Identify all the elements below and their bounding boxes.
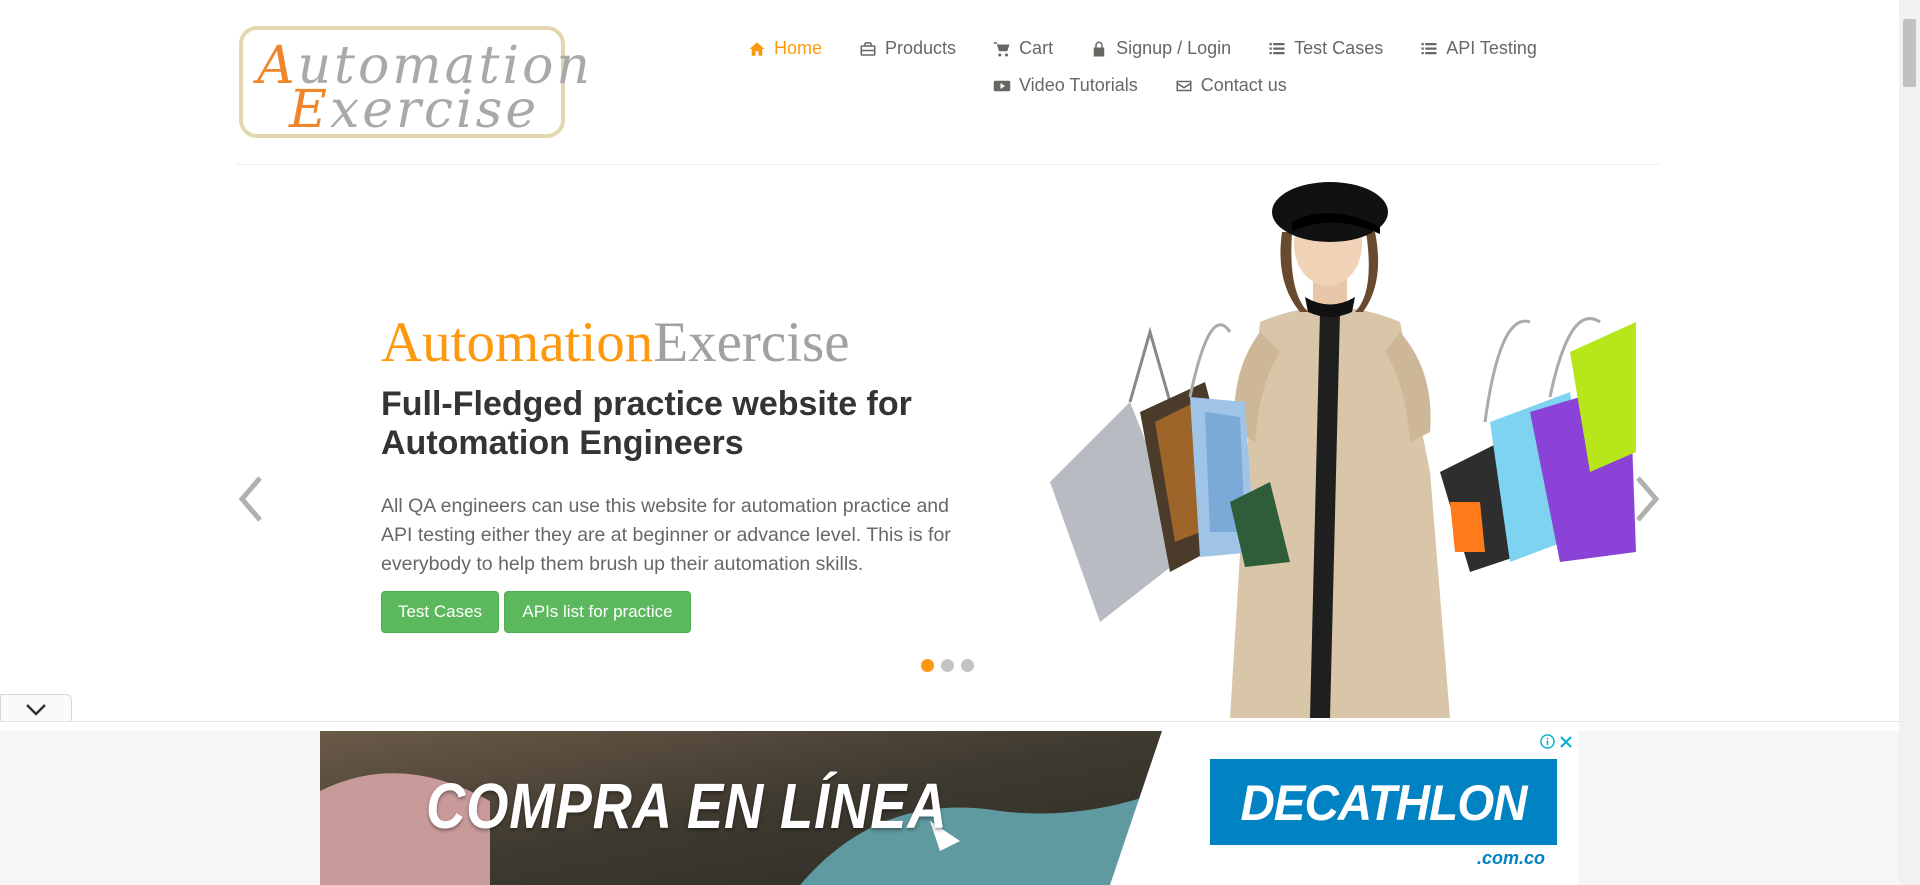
envelope-icon	[1176, 80, 1192, 91]
nav-products[interactable]: Products	[859, 38, 956, 59]
ad-choices	[1540, 734, 1573, 749]
scrollbar-thumb[interactable]	[1903, 19, 1916, 87]
cart-icon	[993, 41, 1010, 56]
youtube-play-icon	[993, 80, 1011, 91]
info-icon[interactable]	[1540, 734, 1555, 749]
decathlon-domain: .com.co	[1477, 848, 1546, 868]
ad-banner[interactable]: COMPRA EN LÍNEA DECATHLON .com.co	[320, 731, 1578, 885]
hero-brand-part-1: Automation	[381, 311, 654, 374]
nav-home[interactable]: Home	[748, 38, 822, 59]
chevron-right-icon	[1636, 476, 1660, 522]
test-cases-button[interactable]: Test Cases	[381, 591, 499, 633]
nav-video-tutorials[interactable]: Video Tutorials	[993, 75, 1138, 96]
home-icon	[749, 41, 765, 56]
decathlon-logo-text: DECATHLON	[1240, 775, 1527, 831]
carousel-dot-3[interactable]	[961, 659, 974, 672]
nav-api-testing[interactable]: API Testing	[1420, 38, 1537, 59]
nav-test-cases[interactable]: Test Cases	[1268, 38, 1383, 59]
nav-cart-label: Cart	[1019, 38, 1054, 58]
carousel-indicators	[921, 659, 974, 672]
ad-headline: COMPRA EN LÍNEA	[426, 770, 948, 842]
hero-shopping-girl-image	[1050, 182, 1636, 718]
nav-test-cases-label: Test Cases	[1294, 38, 1384, 58]
carousel-dot-2[interactable]	[941, 659, 954, 672]
hero-heading: Full-Fledged practice website for Automa…	[381, 385, 912, 462]
chevron-left-icon	[238, 476, 262, 522]
logo-text-2: xercise	[329, 80, 540, 140]
nav-signup-login[interactable]: Signup / Login	[1090, 38, 1231, 59]
main-nav-row-2: Video Tutorials Contact us	[993, 75, 1287, 96]
nav-video-tutorials-label: Video Tutorials	[1019, 75, 1138, 95]
carousel-next-button[interactable]	[1632, 474, 1662, 524]
logo-line-2: Exercise	[289, 80, 539, 140]
nav-signup-login-label: Signup / Login	[1116, 38, 1232, 58]
lock-icon	[1093, 41, 1105, 56]
hero-brand-title: AutomationExercise	[381, 310, 850, 375]
decathlon-logo: DECATHLON	[1210, 759, 1557, 845]
apis-list-button[interactable]: APIs list for practice	[504, 591, 691, 633]
close-icon[interactable]	[1559, 735, 1573, 749]
site-logo[interactable]: Automation Exercise	[239, 26, 590, 140]
nav-home-label: Home	[774, 38, 823, 58]
carousel-dot-1[interactable]	[921, 659, 934, 672]
nav-api-testing-label: API Testing	[1446, 38, 1537, 58]
nav-contact-us-label: Contact us	[1200, 75, 1287, 95]
hero-description: All QA engineers can use this website fo…	[381, 495, 951, 575]
page-scrollbar[interactable]	[1899, 0, 1920, 885]
carousel-prev-button[interactable]	[236, 474, 266, 524]
hero-brand-part-2: Exercise	[653, 311, 850, 374]
nav-contact-us[interactable]: Contact us	[1175, 75, 1287, 96]
briefcase-icon	[860, 41, 876, 56]
ad-collapse-toggle[interactable]	[0, 694, 72, 722]
header-divider	[236, 164, 1661, 165]
logo-cap-e: E	[289, 80, 330, 140]
ad-divider	[0, 721, 1899, 722]
main-nav: Home Products Cart Signup / Login Test C…	[748, 38, 1537, 59]
nav-cart[interactable]: Cart	[993, 38, 1053, 59]
list-icon	[1421, 42, 1437, 54]
nav-products-label: Products	[885, 38, 957, 58]
chevron-down-icon	[26, 704, 46, 716]
list-icon	[1269, 42, 1285, 54]
